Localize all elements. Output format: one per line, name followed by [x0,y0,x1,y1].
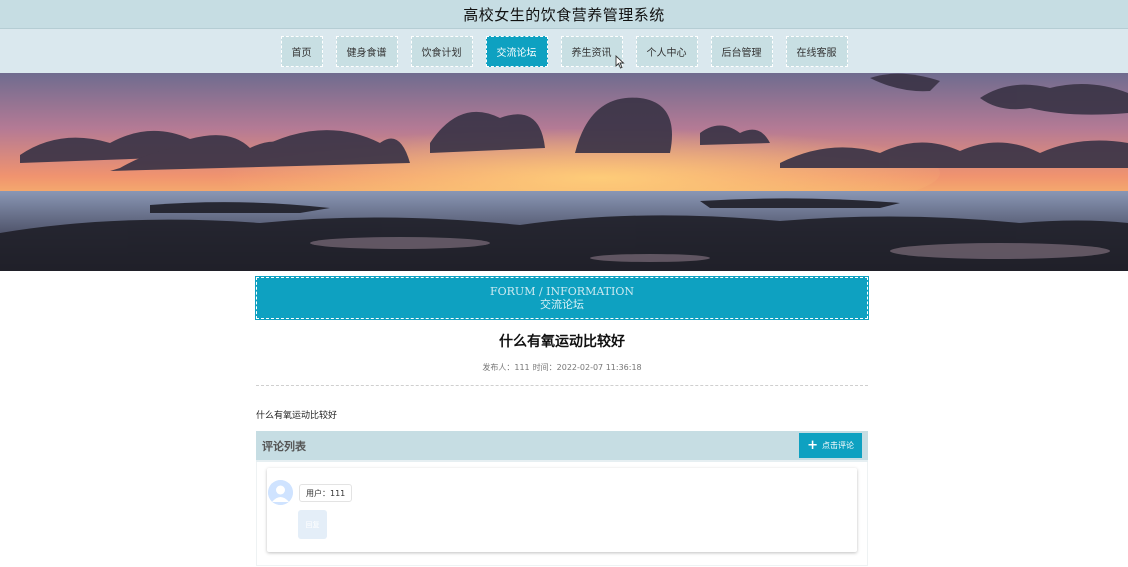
site-header: 高校女生的饮食营养管理系统 [0,0,1128,29]
nav-item-personal-center[interactable]: 个人中心 [635,35,698,67]
nav-item-online-service[interactable]: 在线客服 [785,35,848,67]
add-comment-label: 点击评论 [822,441,854,450]
sunset-seascape-image [0,73,1128,271]
add-comment-button[interactable]: + 点击评论 [799,433,862,458]
section-header: FORUM / INFORMATION 交流论坛 [255,276,869,320]
reply-button[interactable]: 回复 [298,510,327,539]
section-title-en: FORUM / INFORMATION [490,285,634,298]
comment-item [267,468,857,552]
comments-header: 评论列表 + 点击评论 [256,431,868,462]
comments-title: 评论列表 [262,439,306,453]
post-title: 什么有氧运动比较好 [499,334,625,350]
post-content: 什么有氧运动比较好 [256,411,338,421]
post-meta: 发布人：111 时间：2022-02-07 11:36:18 [256,362,868,373]
comment-user: 用户：111 [299,484,353,502]
main-nav: 首页 健身食谱 饮食计划 交流论坛 养生资讯 个人中心 后台管理 在线客服 [0,29,1128,73]
nav-item-home[interactable]: 首页 [280,35,323,67]
section-title-cn: 交流论坛 [540,298,584,311]
mouse-cursor-icon [615,55,625,69]
nav-item-fitness-recipes[interactable]: 健身食谱 [335,35,398,67]
nav-item-forum[interactable]: 交流论坛 [485,35,548,67]
nav-item-diet-plan[interactable]: 饮食计划 [410,35,473,67]
post-time: 时间：2022-02-07 11:36:18 [532,363,642,372]
post-publisher: 发布人：111 [482,363,530,372]
hero-banner [0,73,1128,271]
nav-item-health-news[interactable]: 养生资讯 [560,35,623,67]
site-title: 高校女生的饮食营养管理系统 [463,5,665,24]
plus-icon: + [807,438,818,453]
user-avatar-icon [268,480,293,505]
nav-item-admin[interactable]: 后台管理 [710,35,773,67]
divider [256,385,868,386]
